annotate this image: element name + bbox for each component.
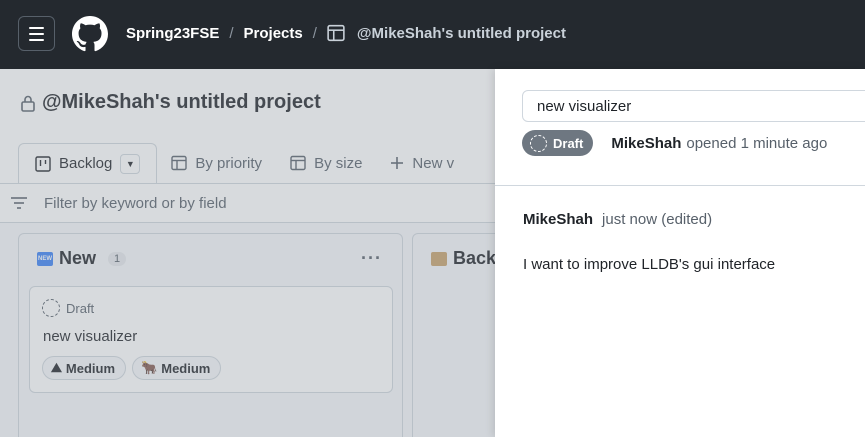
comment-timestamp[interactable]: just now (edited) xyxy=(602,211,712,228)
comment-body: I want to improve LLDB's gui interface xyxy=(523,256,776,273)
item-side-panel: Draft MikeShah opened 1 minute ago MikeS… xyxy=(495,69,865,437)
author-link[interactable]: MikeShah xyxy=(611,135,681,152)
item-title-input[interactable] xyxy=(522,90,865,122)
divider xyxy=(495,185,865,186)
item-meta: Draft MikeShah opened 1 minute ago xyxy=(522,130,827,156)
breadcrumb: Spring23FSE / Projects / @MikeShah's unt… xyxy=(126,24,566,42)
breadcrumb-project[interactable]: @MikeShah's untitled project xyxy=(357,25,566,42)
comment-author[interactable]: MikeShah xyxy=(523,211,593,228)
breadcrumb-projects[interactable]: Projects xyxy=(244,25,303,42)
status-label: Draft xyxy=(553,135,584,151)
draft-icon xyxy=(530,134,547,152)
hamburger-line xyxy=(29,32,44,35)
breadcrumb-org[interactable]: Spring23FSE xyxy=(126,25,219,42)
top-header: Spring23FSE / Projects / @MikeShah's unt… xyxy=(0,0,865,69)
hamburger-line xyxy=(29,26,44,29)
table-icon xyxy=(327,24,345,42)
hamburger-menu-button[interactable] xyxy=(18,16,55,51)
status-badge: Draft xyxy=(522,130,594,156)
opened-time: opened 1 minute ago xyxy=(686,134,828,152)
breadcrumb-separator: / xyxy=(312,24,317,42)
github-logo-icon[interactable] xyxy=(72,16,108,52)
hamburger-line xyxy=(29,38,44,41)
comment-header: MikeShah just now (edited) xyxy=(523,211,712,228)
breadcrumb-separator: / xyxy=(229,24,234,42)
